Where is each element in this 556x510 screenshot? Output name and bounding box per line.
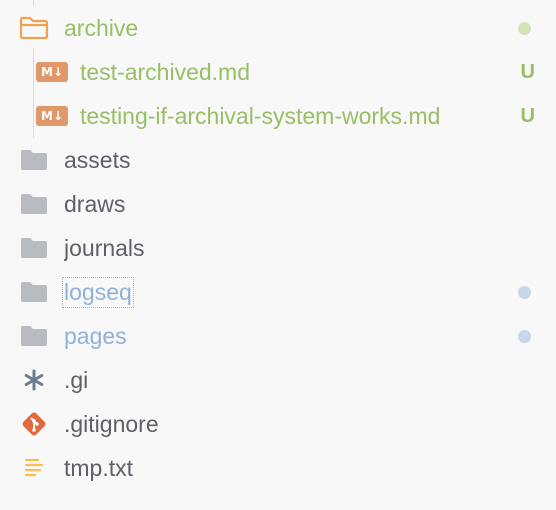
tree-item-test-archived-md[interactable]: M↓ test-archived.md U xyxy=(0,50,556,94)
tree-item-gi[interactable]: .gi xyxy=(0,358,556,402)
folder-icon xyxy=(18,146,50,174)
markdown-file-icon: M↓ xyxy=(36,102,68,130)
file-explorer-tree: archive M↓ test-archived.md U M↓ testing… xyxy=(0,0,556,510)
tree-item-label: journals xyxy=(64,234,145,261)
tree-item-label: assets xyxy=(64,146,131,173)
tree-item-journals[interactable]: journals xyxy=(0,226,556,270)
modified-status-dot xyxy=(518,286,531,299)
git-icon xyxy=(18,410,50,438)
tree-item-testing-if-archival-system-works-md[interactable]: M↓ testing-if-archival-system-works.md U xyxy=(0,94,556,138)
asterisk-icon xyxy=(18,366,50,394)
tree-item-tmp-txt[interactable]: tmp.txt xyxy=(0,446,556,490)
tree-item-label: testing-if-archival-system-works.md xyxy=(80,102,441,129)
tree-item-archive[interactable]: archive xyxy=(0,6,556,50)
tree-item-label: archive xyxy=(64,14,139,41)
markdown-file-icon: M↓ xyxy=(36,58,68,86)
tree-item-label: logseq xyxy=(62,276,134,308)
tree-item-label: .gi xyxy=(64,366,89,393)
tree-item-gitignore[interactable]: .gitignore xyxy=(0,402,556,446)
modified-status-dot xyxy=(518,330,531,343)
folder-icon xyxy=(18,190,50,218)
tree-item-label: tmp.txt xyxy=(64,454,134,481)
tree-item-label: draws xyxy=(64,190,126,217)
text-file-icon xyxy=(18,454,50,482)
untracked-status-badge: U xyxy=(520,61,535,83)
folder-icon xyxy=(18,278,50,306)
tree-item-label: test-archived.md xyxy=(80,58,251,85)
tree-item-label: pages xyxy=(64,322,127,349)
folder-open-icon xyxy=(18,14,50,42)
folder-icon xyxy=(18,322,50,350)
tree-item-pages[interactable]: pages xyxy=(0,314,556,358)
untracked-status-badge: U xyxy=(520,105,535,127)
tree-item-logseq[interactable]: logseq xyxy=(0,270,556,314)
tree-item-assets[interactable]: assets xyxy=(0,138,556,182)
untracked-status-dot xyxy=(518,22,531,35)
tree-item-label: .gitignore xyxy=(64,410,159,437)
tree-item-draws[interactable]: draws xyxy=(0,182,556,226)
folder-icon xyxy=(18,234,50,262)
